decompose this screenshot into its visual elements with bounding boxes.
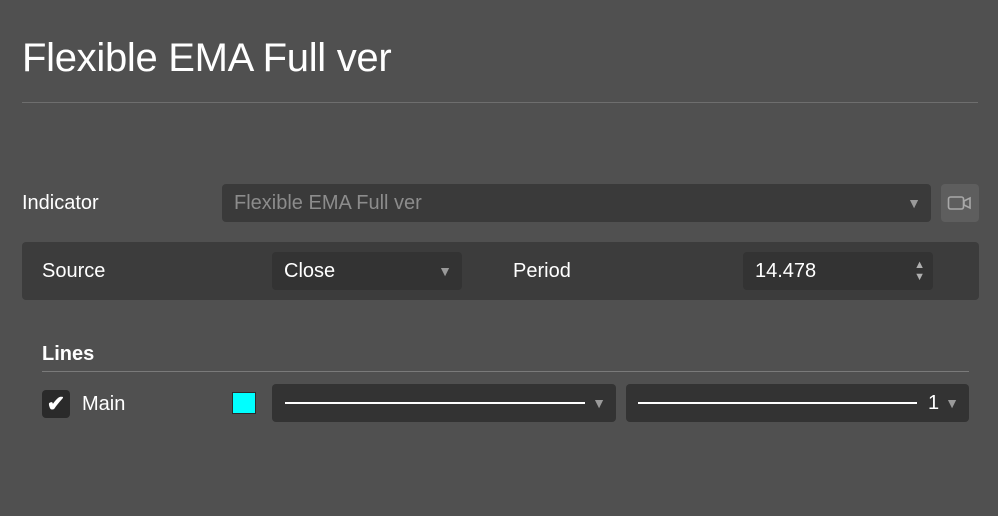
line-width-select[interactable]: 1 ▼ xyxy=(626,384,969,422)
increment-icon[interactable]: ▲ xyxy=(914,259,925,271)
spinner-arrows[interactable]: ▲ ▼ xyxy=(914,259,925,283)
checkmark-icon: ✔ xyxy=(46,391,66,416)
chevron-down-icon: ▼ xyxy=(592,395,606,411)
lines-divider xyxy=(42,371,969,372)
period-input[interactable]: 14.478 ▲ ▼ xyxy=(743,252,933,290)
main-line-checkbox[interactable]: ✔ xyxy=(42,390,70,418)
line-style-select[interactable]: ▼ xyxy=(272,384,616,422)
period-input-value: 14.478 xyxy=(755,259,817,282)
dialog-title: Flexible EMA Full ver xyxy=(22,36,392,80)
camera-button[interactable] xyxy=(941,184,979,222)
camera-icon xyxy=(947,196,971,210)
source-select[interactable]: Close ▼ xyxy=(272,252,462,290)
lines-section-title: Lines xyxy=(42,343,95,365)
period-label: Period xyxy=(513,260,571,282)
source-label: Source xyxy=(42,260,106,282)
indicator-select[interactable]: Flexible EMA Full ver ▼ xyxy=(222,184,931,222)
indicator-select-value: Flexible EMA Full ver xyxy=(234,191,422,214)
decrement-icon[interactable]: ▼ xyxy=(914,271,925,283)
main-line-color-swatch[interactable] xyxy=(232,392,256,414)
title-divider xyxy=(22,102,978,103)
line-style-preview xyxy=(285,402,585,404)
main-line-label: Main xyxy=(82,393,126,415)
line-width-value: 1 xyxy=(928,392,940,414)
chevron-down-icon: ▼ xyxy=(438,263,452,279)
chevron-down-icon: ▼ xyxy=(907,195,921,211)
line-width-preview xyxy=(638,402,917,404)
indicator-label: Indicator xyxy=(22,192,99,214)
source-select-value: Close xyxy=(284,259,336,282)
chevron-down-icon: ▼ xyxy=(945,395,959,411)
